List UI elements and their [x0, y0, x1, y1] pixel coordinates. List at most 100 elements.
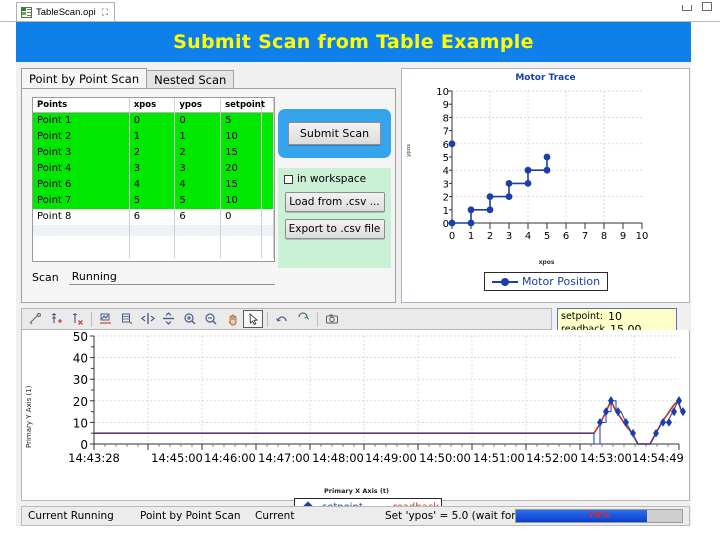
scan-status-row: Scan Running — [32, 269, 275, 285]
load-from-csv-button[interactable]: Load from .csv ... — [284, 192, 385, 212]
cell-setpoint: 0 — [220, 208, 262, 225]
cell-xpos: 0 — [129, 112, 176, 129]
svg-text:30: 30 — [73, 373, 88, 387]
redo-icon[interactable] — [293, 310, 313, 328]
svg-text:14:49:00: 14:49:00 — [365, 451, 417, 465]
scan-status-value: Running — [68, 269, 275, 285]
snapshot-icon[interactable] — [322, 310, 342, 328]
scan-plot-area[interactable]: 50 40 30 20 10 0 14:43:28 14:45:00 14:46… — [21, 330, 690, 516]
cell-setpoint: 15 — [220, 176, 262, 193]
cell-points: Point 7 — [33, 192, 130, 209]
status-command: Set 'ypos' = 5.0 (wait for — [385, 510, 515, 522]
in-workspace-row[interactable]: in workspace — [278, 168, 391, 185]
zoom-horizontal-icon[interactable] — [138, 310, 158, 328]
progress-bar: 79% — [515, 509, 683, 523]
table-row[interactable]: Point 3 2 2 15 — [33, 144, 275, 161]
pointer-icon[interactable] — [243, 310, 263, 328]
motor-trace-plot[interactable]: 1098 765 432 10 012 345 678 9 10 — [430, 87, 650, 245]
setpoint-key: setpoint: — [561, 311, 603, 322]
cell-extra — [261, 144, 275, 161]
svg-text:4: 4 — [525, 231, 531, 242]
cell-ypos: 6 — [174, 208, 222, 225]
svg-text:1: 1 — [443, 206, 449, 217]
editor-tab-label: TableScan.opi — [36, 6, 96, 18]
export-to-csv-button[interactable]: Export to .csv file — [284, 219, 385, 239]
scan-plot-block: setpoint: 10 readback 15.00 — [21, 308, 690, 516]
auto-scale-icon[interactable] — [96, 310, 116, 328]
add-axis-icon[interactable] — [46, 310, 66, 328]
scan-table-container[interactable]: Points xpos ypos setpoint Point 1 0 0 5 — [32, 97, 275, 262]
svg-text:9: 9 — [620, 231, 626, 242]
cell-setpoint: 10 — [220, 128, 262, 145]
in-workspace-checkbox[interactable] — [284, 174, 293, 184]
table-row[interactable]: Point 8 6 6 0 — [33, 208, 275, 225]
submit-scan-button[interactable]: Submit Scan — [288, 122, 381, 145]
cell-ypos: 5 — [174, 192, 222, 209]
cell-setpoint: 5 — [220, 112, 262, 129]
cell-points: Point 8 — [33, 208, 130, 225]
motor-trace-legend[interactable]: Motor Position — [484, 272, 608, 291]
submit-scan-panel: Submit Scan — [278, 109, 391, 158]
table-row[interactable]: Point 4 3 3 20 — [33, 160, 275, 177]
page-title: Submit Scan from Table Example — [173, 31, 534, 53]
svg-text:1: 1 — [468, 231, 474, 242]
table-row[interactable]: Point 2 1 1 10 — [33, 128, 275, 145]
status-current-label: Current — [255, 510, 295, 522]
svg-text:0: 0 — [443, 219, 449, 230]
table-row[interactable]: Point 1 0 0 5 — [33, 112, 275, 129]
cell-ypos: 3 — [174, 160, 222, 177]
tab-point-by-point-scan[interactable]: Point by Point Scan — [21, 68, 148, 89]
table-row[interactable]: Point 6 4 4 15 — [33, 176, 275, 193]
configure-icon[interactable] — [25, 310, 45, 328]
motor-trace-panel: Motor Trace 10 9 8 765 432 1 0 0 1 2 3 4… — [401, 68, 690, 303]
svg-text:5: 5 — [544, 231, 550, 242]
bottom-margin — [0, 526, 720, 540]
application-window: TableScan.opi ⛶ Submit Scan from Table E… — [0, 0, 720, 540]
table-row-empty[interactable] — [33, 224, 275, 236]
maximize-icon[interactable] — [702, 2, 712, 11]
column-header-setpoint[interactable]: setpoint — [220, 98, 265, 113]
remove-axis-icon[interactable] — [67, 310, 87, 328]
cell-points: Point 2 — [33, 128, 130, 145]
svg-text:7: 7 — [443, 127, 449, 138]
tab-nested-scan-label: Nested Scan — [154, 73, 227, 87]
cell-points: Point 4 — [33, 160, 130, 177]
cell-ypos: 4 — [174, 176, 222, 193]
svg-text:5: 5 — [443, 153, 449, 164]
table-row-empty[interactable] — [33, 246, 275, 258]
scan-plot-svg[interactable]: 50 40 30 20 10 0 14:43:28 14:45:00 14:46… — [22, 330, 689, 488]
svg-text:14:47:00: 14:47:00 — [258, 451, 310, 465]
scan-table-header-row: Points xpos ypos setpoint — [33, 98, 275, 113]
tab-nested-scan[interactable]: Nested Scan — [146, 70, 235, 89]
scan-plot-x-axis-label: Primary X Axis (t) — [324, 487, 389, 495]
column-header-xpos[interactable]: xpos — [129, 98, 176, 113]
editor-tab-tablescan[interactable]: TableScan.opi ⛶ — [16, 2, 115, 21]
scan-plot-y-axis-label: Primary Y Axis (1) — [25, 385, 33, 448]
cell-extra — [261, 112, 275, 129]
tab-point-by-point-scan-label: Point by Point Scan — [29, 72, 140, 86]
svg-text:0: 0 — [449, 231, 455, 242]
svg-text:8: 8 — [443, 113, 449, 124]
zoom-vertical-icon[interactable] — [159, 310, 179, 328]
table-row[interactable]: Point 7 5 5 10 — [33, 192, 275, 209]
minimize-icon[interactable] — [682, 5, 692, 11]
svg-text:2: 2 — [487, 231, 493, 242]
column-header-points[interactable]: Points — [33, 98, 130, 113]
motor-trace-x-axis-label: xpos — [538, 259, 555, 266]
table-row-empty[interactable] — [33, 235, 275, 247]
close-icon[interactable]: ⛶ — [102, 7, 108, 18]
editor-tab-strip: TableScan.opi ⛶ — [0, 0, 720, 22]
cell-xpos: 4 — [129, 176, 176, 193]
pan-icon[interactable] — [222, 310, 242, 328]
plot-toolbar — [21, 308, 552, 330]
svg-text:0: 0 — [80, 438, 88, 452]
progress-bar-label: 79% — [588, 511, 610, 521]
column-header-ypos[interactable]: ypos — [174, 98, 222, 113]
zoom-out-icon[interactable] — [201, 310, 221, 328]
left-margin — [0, 22, 16, 540]
svg-text:14:46:00: 14:46:00 — [204, 451, 256, 465]
stagger-axes-icon[interactable] — [117, 310, 137, 328]
undo-icon[interactable] — [272, 310, 292, 328]
zoom-in-icon[interactable] — [180, 310, 200, 328]
cell-extra — [261, 160, 275, 177]
